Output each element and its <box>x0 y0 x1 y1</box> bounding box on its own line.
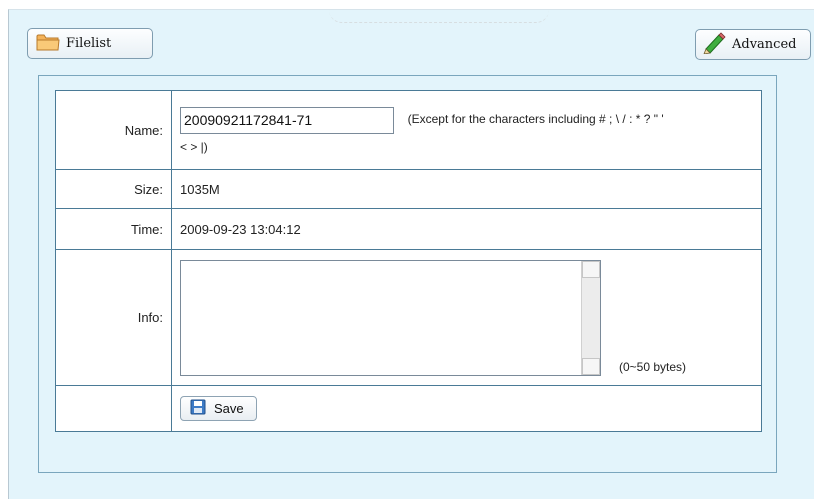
actions-label-cell <box>55 385 172 432</box>
name-cell: (Except for the characters including # ;… <box>171 90 762 170</box>
filelist-label: Filelist <box>66 36 112 51</box>
time-value: 2009-09-23 13:04:12 <box>171 208 762 250</box>
size-row: Size: 1035M <box>55 169 762 209</box>
name-hint-continued: < > |) <box>180 139 208 154</box>
floppy-disk-icon <box>190 399 206 418</box>
save-label: Save <box>214 401 244 416</box>
pencil-icon <box>702 31 726 58</box>
info-textarea[interactable] <box>180 259 601 376</box>
advanced-label: Advanced <box>732 37 797 52</box>
name-hint: (Except for the characters including # ;… <box>407 112 664 127</box>
scroll-down-button[interactable] <box>582 357 600 375</box>
time-label: Time: <box>55 208 172 250</box>
info-label: Info: <box>55 249 172 386</box>
name-label: Name: <box>55 90 172 170</box>
decorative-curve <box>329 10 549 23</box>
info-cell: (0~50 bytes) <box>171 249 762 386</box>
folder-icon <box>36 32 60 56</box>
size-label: Size: <box>55 169 172 209</box>
time-row: Time: 2009-09-23 13:04:12 <box>55 208 762 250</box>
file-properties-table: Name: (Except for the characters includi… <box>55 90 762 432</box>
save-button[interactable]: Save <box>180 396 257 421</box>
filelist-button[interactable]: Filelist <box>27 28 153 59</box>
scroll-up-button[interactable] <box>582 260 600 278</box>
name-row: Name: (Except for the characters includi… <box>55 90 762 170</box>
advanced-button[interactable]: Advanced <box>695 29 811 60</box>
info-byte-limit: (0~50 bytes) <box>619 359 687 374</box>
info-row: Info: (0~50 bytes) <box>55 249 762 386</box>
name-input[interactable] <box>180 106 394 134</box>
info-scrollbar[interactable] <box>581 260 600 375</box>
actions-cell: Save <box>171 385 762 432</box>
size-value: 1035M <box>171 169 762 209</box>
actions-row: Save <box>55 385 762 432</box>
